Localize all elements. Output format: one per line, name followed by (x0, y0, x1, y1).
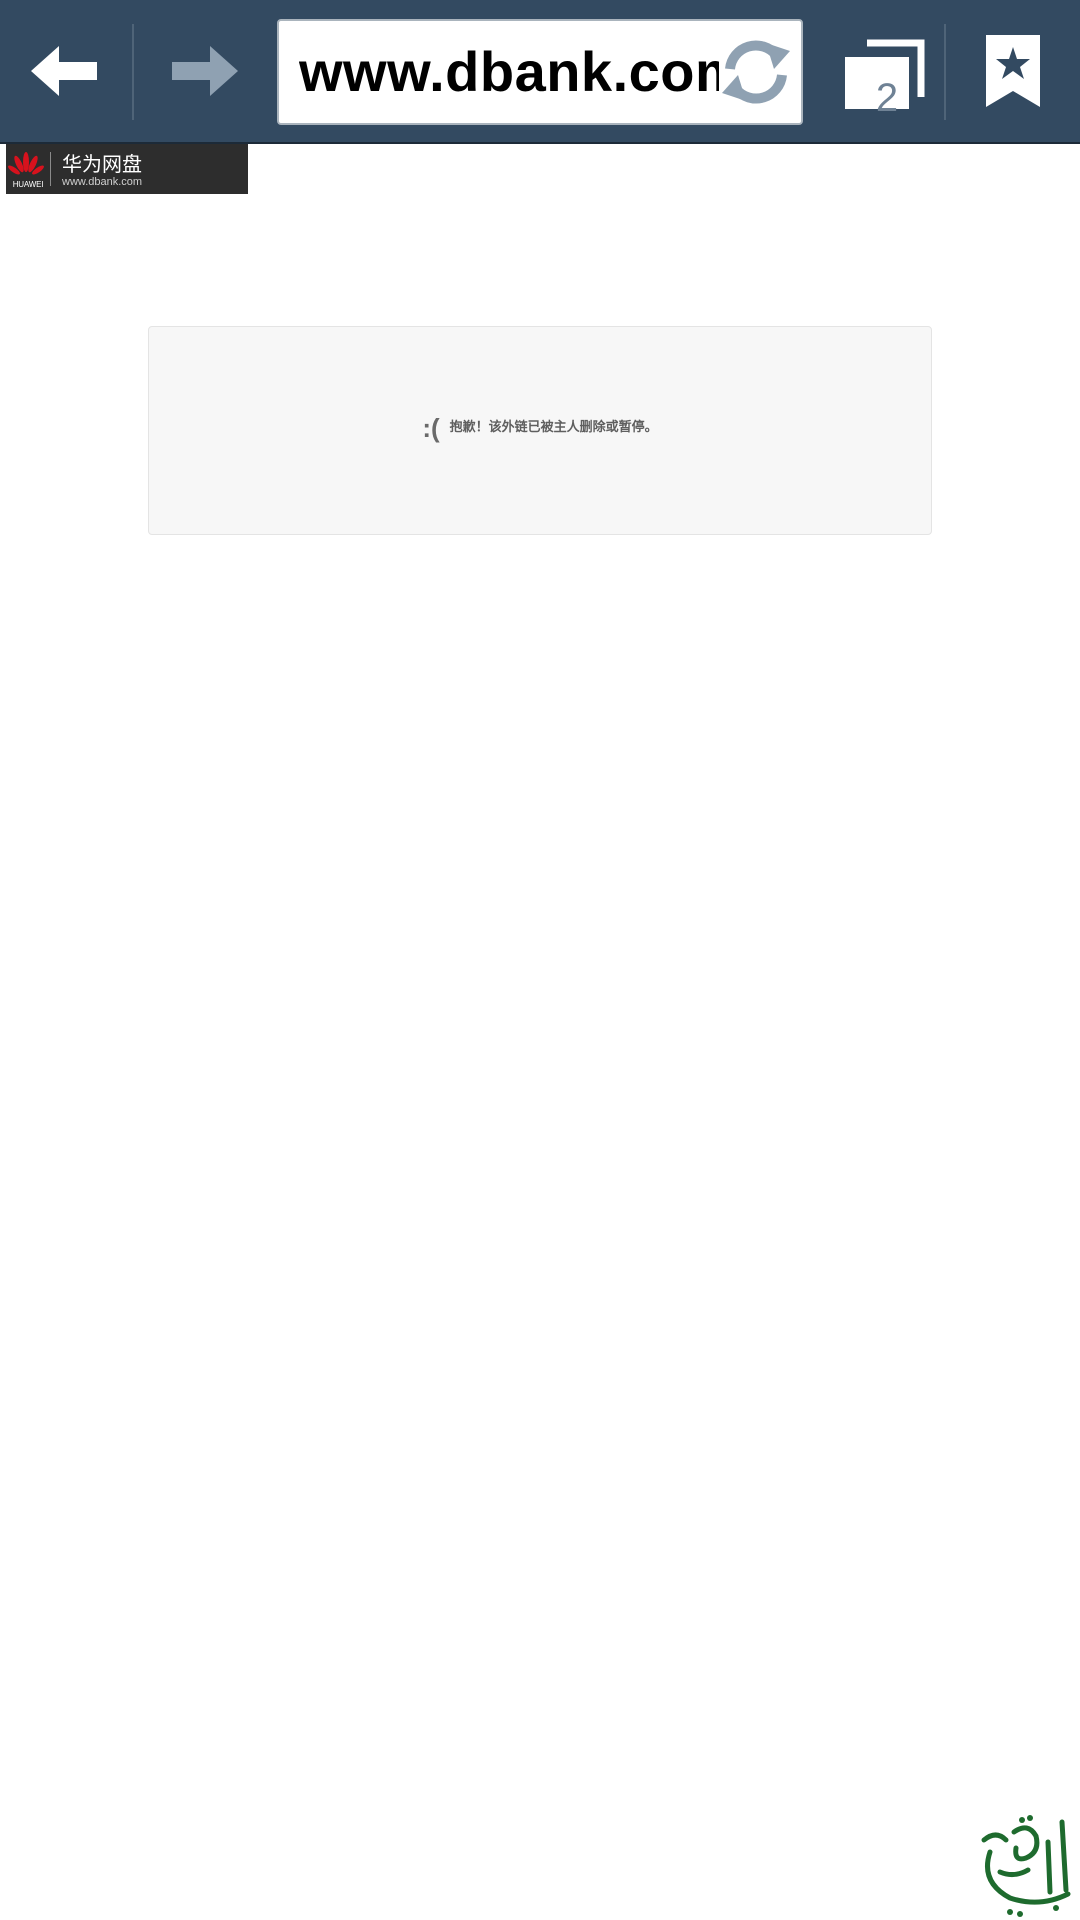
forward-button[interactable] (134, 0, 272, 142)
banner-site-name: 华为网盘 (62, 152, 142, 176)
arrow-right-icon (172, 46, 238, 96)
banner-brand: HUAWEI (12, 180, 44, 189)
error-notice-card: :( 抱歉！该外链已被主人删除或暂停。 (148, 326, 932, 535)
banner-divider (50, 152, 51, 186)
error-message: 抱歉！该外链已被主人删除或暂停。 (449, 420, 658, 435)
bookmark-star-icon (986, 35, 1040, 107)
refresh-button[interactable] (711, 21, 801, 123)
bookmark-button[interactable] (946, 0, 1080, 142)
sad-face-emoticon: :( (422, 413, 440, 443)
url-text[interactable]: www.dbank.com (299, 21, 719, 123)
address-bar[interactable]: www.dbank.com (277, 19, 803, 125)
banner-site-url: www.dbank.com (62, 176, 143, 188)
site-banner[interactable]: HUAWEI 华为网盘 www.dbank.com (6, 144, 248, 194)
back-button[interactable] (0, 0, 132, 142)
tab-count: 2 (875, 76, 899, 120)
refresh-icon (722, 40, 790, 104)
arrow-left-icon (31, 46, 97, 96)
browser-toolbar: www.dbank.com 2 (0, 0, 1080, 144)
error-notice-line: :( 抱歉！该外链已被主人删除或暂停。 (149, 413, 931, 443)
tabs-icon: 2 (833, 21, 933, 121)
arabic-calligraphy-watermark (981, 1815, 1071, 1917)
tabs-button[interactable]: 2 (822, 0, 944, 142)
